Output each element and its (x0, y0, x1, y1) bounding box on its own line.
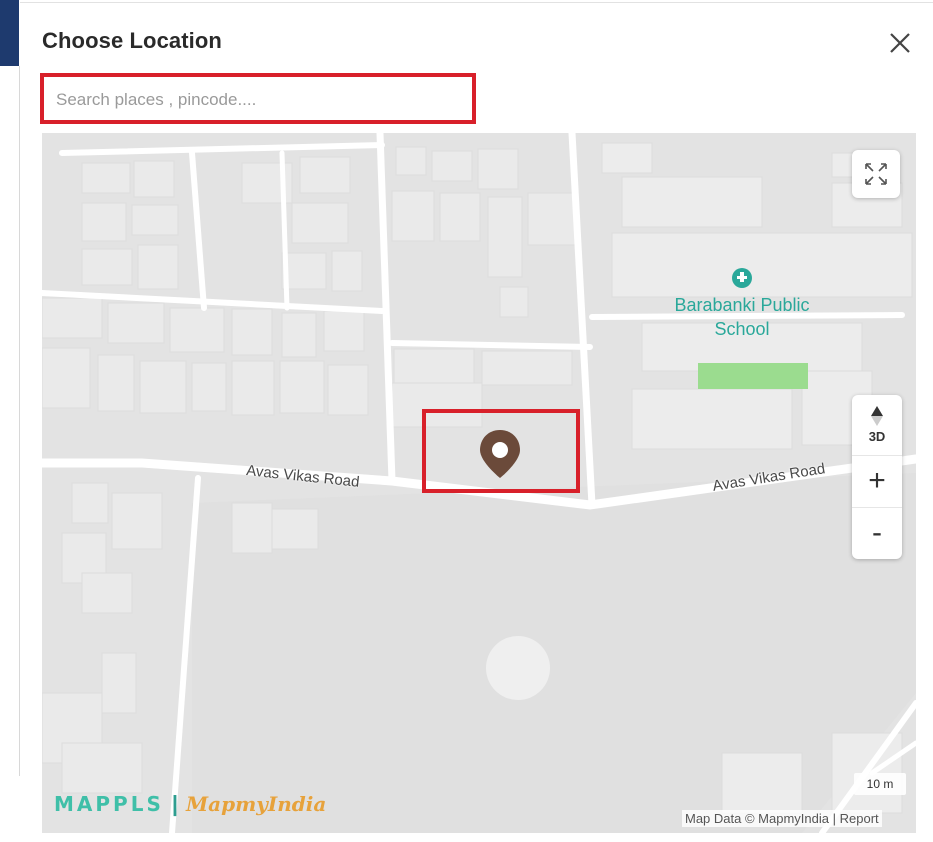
close-icon (890, 33, 910, 53)
attribution-separator: | (832, 811, 836, 826)
zoom-in-button[interactable]: + (852, 455, 902, 506)
school-poi-icon[interactable] (731, 267, 753, 289)
close-button[interactable] (886, 29, 914, 57)
search-input[interactable] (54, 86, 458, 114)
map-zoom-controls: 3D + - (852, 395, 902, 559)
choose-location-dialog: Choose Location Search places , pincode.… (20, 2, 933, 842)
dialog-title: Choose Location (42, 28, 222, 53)
attribution-text: Map Data © MapmyIndia (685, 811, 829, 826)
expand-arrows-icon (865, 163, 887, 185)
mapmyindia-logo: MapmyIndia (186, 792, 327, 816)
background-app-header (0, 0, 19, 66)
map-view[interactable]: Avas Vikas Road Avas Vikas Road Barabank… (42, 133, 916, 833)
location-pin-icon[interactable] (476, 428, 524, 480)
report-link[interactable]: Report (840, 811, 879, 826)
map-scale: 10 m (854, 773, 906, 795)
three-d-label: 3D (868, 428, 886, 444)
map-logo: MAPPLS | MapmyIndia (54, 791, 326, 817)
fullscreen-button[interactable] (852, 150, 900, 198)
compass-icon (871, 405, 883, 426)
logo-separator: | (171, 791, 179, 816)
zoom-out-button[interactable]: - (852, 507, 902, 558)
map-attribution: Map Data © MapmyIndia | Report (682, 810, 882, 827)
mappls-logo: MAPPLS (54, 792, 164, 816)
compass-3d-button[interactable]: 3D (852, 395, 902, 453)
poi-label[interactable]: Barabanki Public School (662, 293, 822, 341)
search-field-highlight (40, 73, 476, 124)
